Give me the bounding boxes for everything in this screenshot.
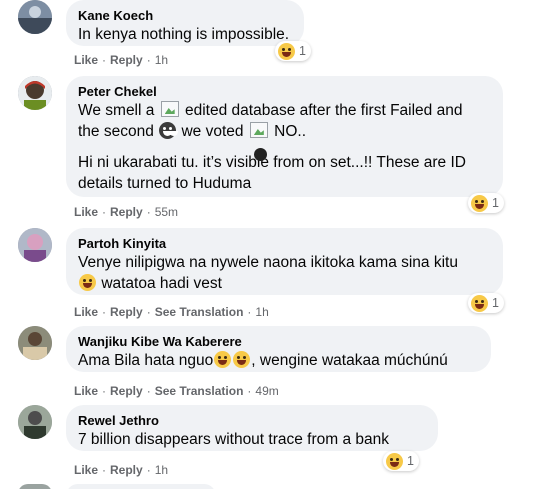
comment-text: We smell a edited database after the fir… bbox=[78, 100, 491, 194]
reaction-badge[interactable]: 1 bbox=[275, 41, 311, 61]
reaction-count: 1 bbox=[407, 454, 414, 468]
text-segment: We smell a bbox=[78, 102, 155, 119]
separator-dot: · bbox=[146, 463, 151, 477]
comment-text: Venye nilipigwa na nywele naona ikitoka … bbox=[78, 252, 491, 294]
laughing-emoji-icon bbox=[214, 351, 232, 368]
comment-timestamp[interactable]: 55m bbox=[155, 204, 178, 220]
reaction-count: 1 bbox=[299, 44, 306, 58]
text-segment: Ama Bila hata nguo bbox=[78, 352, 214, 369]
comment-timestamp[interactable]: 1h bbox=[155, 52, 168, 68]
avatar[interactable] bbox=[18, 484, 52, 489]
text-segment: edited database after the first Failed a… bbox=[185, 102, 463, 119]
comment-bubble: Kane Koech In kenya nothing is impossibl… bbox=[66, 0, 304, 46]
reaction-count: 1 bbox=[492, 296, 499, 310]
separator-dot: · bbox=[146, 53, 151, 67]
avatar[interactable] bbox=[18, 228, 52, 262]
comment-author[interactable]: Rewel Jethro bbox=[78, 412, 426, 429]
reaction-count: 1 bbox=[492, 196, 499, 210]
comment-paragraph: We smell a edited database after the fir… bbox=[78, 100, 491, 142]
broken-image-icon bbox=[160, 101, 179, 117]
text-segment: NO.. bbox=[274, 123, 307, 140]
text-segment: the second bbox=[78, 123, 154, 140]
comment-bubble: Partoh Kinyita Venye nilipigwa na nywele… bbox=[66, 228, 503, 295]
text-segment: Hi ni ukarabati tu. it’s visible from on… bbox=[78, 154, 466, 171]
reply-button[interactable]: Reply bbox=[110, 462, 143, 478]
text-segment: we voted bbox=[181, 123, 244, 140]
comment-text: In kenya nothing is impossible. bbox=[78, 26, 290, 43]
comment-timestamp[interactable]: 1h bbox=[255, 304, 268, 320]
comment-bubble: Rewel Jethro 7 billion disappears withou… bbox=[66, 405, 438, 451]
like-button[interactable]: Like bbox=[74, 383, 98, 399]
see-translation-button[interactable]: See Translation bbox=[155, 304, 244, 320]
comment-bubble: Wanjiku Kibe Wa Kaberere Ama Bila hata n… bbox=[66, 326, 491, 372]
like-button[interactable]: Like bbox=[74, 204, 98, 220]
comment-actions: Like · Reply · See Translation · 1h bbox=[74, 304, 269, 320]
reply-button[interactable]: Reply bbox=[110, 204, 143, 220]
comment-author[interactable]: Kane Koech bbox=[78, 7, 292, 24]
laughing-emoji-icon bbox=[471, 194, 488, 212]
reply-button[interactable]: Reply bbox=[110, 383, 143, 399]
reaction-badge[interactable]: 1 bbox=[468, 193, 504, 213]
comment-actions: Like · Reply · See Translation · 49m bbox=[74, 383, 279, 399]
comment-actions: Like · Reply · 55m bbox=[74, 204, 178, 220]
separator-dot: · bbox=[102, 305, 107, 319]
avatar[interactable] bbox=[18, 326, 52, 360]
text-segment: details turned to Huduma bbox=[78, 175, 252, 192]
separator-dot: · bbox=[146, 205, 151, 219]
laughing-emoji-icon bbox=[386, 452, 403, 470]
separator-dot: · bbox=[102, 384, 107, 398]
comment-author[interactable]: Partoh Kinyita bbox=[78, 235, 491, 252]
comment-bubble bbox=[66, 484, 216, 489]
comment-author[interactable]: Peter Chekel bbox=[78, 83, 491, 100]
laughing-emoji-icon bbox=[278, 42, 295, 60]
separator-dot: · bbox=[102, 463, 107, 477]
comment-actions: Like · Reply · 1h bbox=[74, 462, 168, 478]
avatar[interactable] bbox=[18, 76, 52, 110]
see-translation-button[interactable]: See Translation bbox=[155, 383, 244, 399]
separator-dot: · bbox=[247, 305, 252, 319]
separator-dot: · bbox=[102, 205, 107, 219]
separator-dot: · bbox=[146, 305, 151, 319]
separator-dot: · bbox=[102, 53, 107, 67]
separator-dot: · bbox=[146, 384, 151, 398]
comment-timestamp[interactable]: 49m bbox=[255, 383, 278, 399]
comment-timestamp[interactable]: 1h bbox=[155, 462, 168, 478]
comment-author[interactable]: Wanjiku Kibe Wa Kaberere bbox=[78, 333, 479, 350]
like-button[interactable]: Like bbox=[74, 462, 98, 478]
text-segment: watatoa hadi vest bbox=[101, 275, 222, 292]
reaction-badge[interactable]: 1 bbox=[383, 451, 419, 471]
like-button[interactable]: Like bbox=[74, 304, 98, 320]
reply-button[interactable]: Reply bbox=[110, 304, 143, 320]
comment-paragraph: Hi ni ukarabati tu. it’s visible from on… bbox=[78, 152, 491, 194]
broken-image-icon bbox=[249, 122, 268, 138]
comment-actions: Like · Reply · 1h bbox=[74, 52, 168, 68]
laughing-emoji-icon bbox=[233, 351, 251, 368]
reply-button[interactable]: Reply bbox=[110, 52, 143, 68]
laughing-emoji-icon bbox=[471, 294, 488, 312]
like-button[interactable]: Like bbox=[74, 52, 98, 68]
coffee-emoji-icon bbox=[254, 148, 267, 161]
cat-emoji-icon bbox=[159, 122, 177, 139]
comment-text: 7 billion disappears without trace from … bbox=[78, 431, 390, 448]
comment-bubble: Peter Chekel We smell a edited database … bbox=[66, 76, 503, 197]
text-segment: Venye nilipigwa na nywele naona ikitoka … bbox=[78, 254, 458, 271]
avatar[interactable] bbox=[18, 405, 52, 439]
avatar[interactable] bbox=[18, 0, 52, 34]
reaction-badge[interactable]: 1 bbox=[468, 293, 504, 313]
laughing-emoji-icon bbox=[79, 274, 96, 291]
separator-dot: · bbox=[247, 384, 252, 398]
comment-text: Ama Bila hata nguo , wengine watakaa múch… bbox=[78, 350, 479, 371]
text-segment: , wengine watakaa múchúnú bbox=[251, 352, 448, 369]
